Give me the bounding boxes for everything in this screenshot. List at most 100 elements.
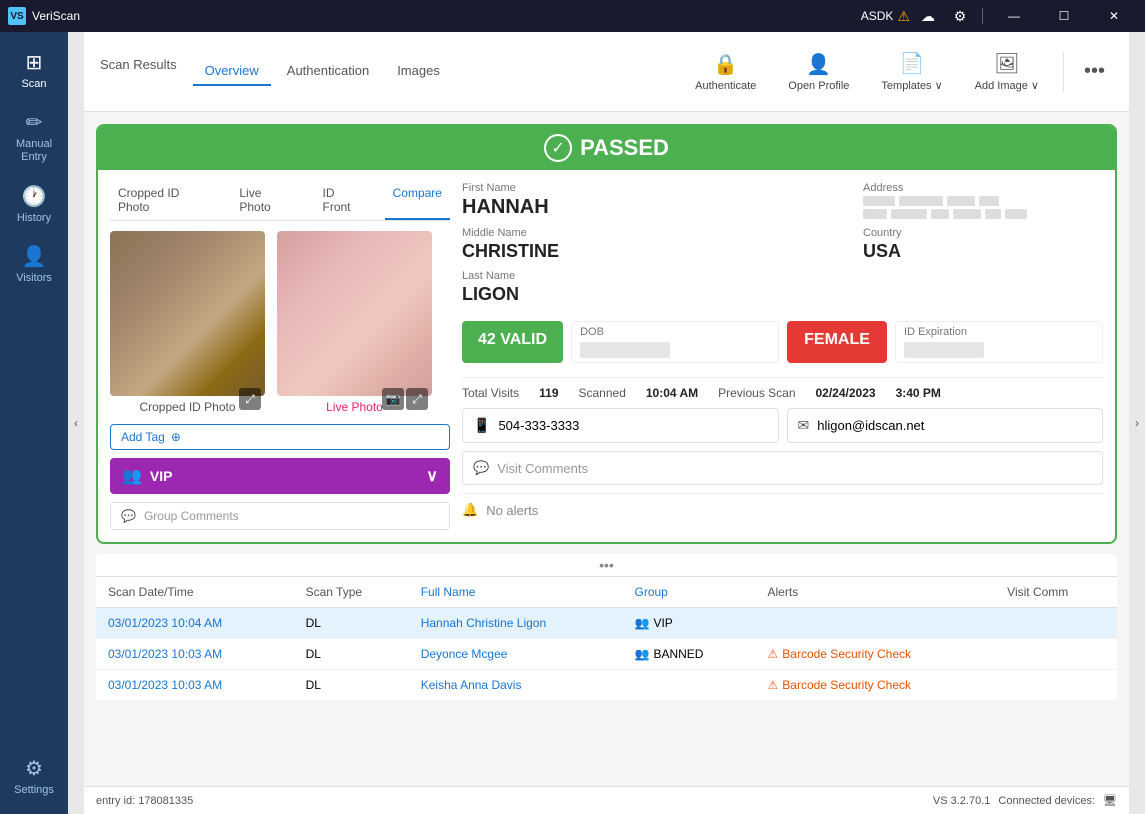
close-button[interactable]: ✕ <box>1091 0 1137 32</box>
cropped-id-photo-container: ⤢ Cropped ID Photo <box>110 231 265 414</box>
sidebar-item-history[interactable]: 🕐 History <box>4 174 64 234</box>
address-line-2 <box>863 209 1103 219</box>
more-button[interactable]: ••• <box>1076 56 1113 87</box>
alert-triangle-icon: ⚠ <box>768 647 779 661</box>
email-box: ✉ hligon@idscan.net <box>787 408 1104 443</box>
photos-row: ⤢ Cropped ID Photo 📷 ⤢ Live Photo <box>110 231 450 414</box>
vip-group-icon: 👥 <box>122 466 142 486</box>
vip-info: 👥 VIP <box>122 466 173 486</box>
address-line-1 <box>863 196 1103 206</box>
app-body: ⊞ Scan ✏ ManualEntry 🕐 History 👤 Visitor… <box>0 32 1145 814</box>
left-collapse-handle[interactable]: ‹ <box>68 32 84 814</box>
templates-button[interactable]: 📄 Templates ∨ <box>869 43 954 100</box>
alert-warn-row2: ⚠ Barcode Security Check <box>768 647 984 661</box>
history-icon: 🕐 <box>22 184 47 209</box>
photo-tabs: Cropped ID Photo Live Photo ID Front Com… <box>110 182 450 221</box>
minimize-button[interactable]: — <box>991 0 1037 32</box>
row2-group: 👥 BANNED <box>623 639 756 670</box>
photo-tab-compare[interactable]: Compare <box>385 182 450 220</box>
status-right: VS 3.2.70.1 Connected devices: 🖥 <box>933 794 1117 807</box>
photo-tab-live[interactable]: Live Photo <box>231 182 302 220</box>
add-tag-button[interactable]: Add Tag ⊕ <box>110 424 450 450</box>
cloud-icon[interactable]: ☁ <box>914 2 942 30</box>
address-block: Address <box>863 182 1103 313</box>
sidebar: ⊞ Scan ✏ ManualEntry 🕐 History 👤 Visitor… <box>0 32 68 814</box>
sidebar-item-visitors[interactable]: 👤 Visitors <box>4 234 64 294</box>
sidebar-item-scan[interactable]: ⊞ Scan <box>4 40 64 100</box>
sidebar-item-settings[interactable]: ⚙ Settings <box>4 746 64 806</box>
address-label: Address <box>863 182 1103 194</box>
row2-type: DL <box>294 639 409 670</box>
id-exp-label: ID Expiration <box>904 326 1094 338</box>
group-comments-row[interactable]: 💬 Group Comments <box>110 502 450 530</box>
settings-nav-icon: ⚙ <box>25 756 43 781</box>
visit-comments-row[interactable]: 💬 Visit Comments <box>462 451 1103 485</box>
cropped-id-photo <box>110 231 265 396</box>
sidebar-label-history: History <box>17 212 51 224</box>
asdk-label: ASDK <box>861 9 894 23</box>
country-block: Country USA <box>863 227 1103 262</box>
vip-chevron-icon: ∨ <box>426 466 438 486</box>
col-header-group: Group <box>623 577 756 608</box>
tab-authentication[interactable]: Authentication <box>275 57 381 86</box>
app-title: VeriScan <box>32 9 80 23</box>
capture-button[interactable]: 📷 <box>382 388 404 410</box>
expand-live-button[interactable]: ⤢ <box>406 388 428 410</box>
col-header-visit-comm: Visit Comm <box>995 577 1117 608</box>
row2-visit-comm <box>995 639 1117 670</box>
row3-name: Keisha Anna Davis <box>409 670 623 701</box>
photo-tab-id-front[interactable]: ID Front <box>315 182 373 220</box>
settings-icon[interactable]: ⚙ <box>946 2 974 30</box>
addr-chunk-4 <box>979 196 999 206</box>
phone-icon: 📱 <box>473 417 490 434</box>
sidebar-label-manual-entry: ManualEntry <box>16 138 52 164</box>
total-visits-label: Total Visits <box>462 386 519 400</box>
maximize-button[interactable]: ☐ <box>1041 0 1087 32</box>
titlebar: VS VeriScan ASDK ⚠ ☁ ⚙ — ☐ ✕ <box>0 0 1145 32</box>
result-status: PASSED <box>580 135 669 161</box>
row1-visit-comm <box>995 608 1117 639</box>
toolbar-actions: 🔒 Authenticate 👤 Open Profile 📄 Template… <box>683 43 1113 100</box>
sidebar-item-manual-entry[interactable]: ✏ ManualEntry <box>4 100 64 174</box>
statusbar: entry id: 178081335 VS 3.2.70.1 Connecte… <box>84 786 1129 814</box>
visits-row: Total Visits 119 Scanned 10:04 AM Previo… <box>462 377 1103 400</box>
templates-icon: 📄 <box>900 51 925 76</box>
alert-warn-row3: ⚠ Barcode Security Check <box>768 678 984 692</box>
dob-label: DOB <box>580 326 770 338</box>
history-expand-dots[interactable]: ••• <box>96 554 1117 577</box>
tab-overview[interactable]: Overview <box>193 57 271 86</box>
table-row[interactable]: 03/01/2023 10:03 AM DL Deyonce Mcgee 👥 B… <box>96 639 1117 670</box>
expand-cropped-button[interactable]: ⤢ <box>239 388 261 410</box>
authenticate-button[interactable]: 🔒 Authenticate <box>683 44 768 100</box>
add-image-button[interactable]: 🖼 Add Image ∨ <box>963 43 1051 100</box>
table-row[interactable]: 03/01/2023 10:03 AM DL Keisha Anna Davis… <box>96 670 1117 701</box>
row2-alerts: ⚠ Barcode Security Check <box>756 639 996 670</box>
manual-entry-icon: ✏ <box>26 110 43 135</box>
row1-alerts <box>756 608 996 639</box>
warning-icon: ⚠ <box>897 8 910 25</box>
no-alerts-label: No alerts <box>486 503 538 518</box>
vip-label: VIP <box>150 468 173 484</box>
sidebar-label-visitors: Visitors <box>16 272 52 284</box>
contact-row: 📱 504-333-3333 ✉ hligon@idscan.net <box>462 408 1103 443</box>
vip-group-row[interactable]: 👥 VIP ∨ <box>110 458 450 494</box>
table-row[interactable]: 03/01/2023 10:04 AM DL Hannah Christine … <box>96 608 1117 639</box>
gender-badge: FEMALE <box>787 321 887 363</box>
sidebar-label-scan: Scan <box>21 78 46 90</box>
toolbar-separator <box>1063 52 1064 92</box>
alert-label-row3: Barcode Security Check <box>782 678 911 692</box>
no-alerts-row: 🔔 No alerts <box>462 493 1103 526</box>
addr-chunk-6 <box>891 209 927 219</box>
group-comments-label: Group Comments <box>144 509 239 523</box>
photo-tab-cropped[interactable]: Cropped ID Photo <box>110 182 219 220</box>
authenticate-icon: 🔒 <box>713 52 738 77</box>
right-collapse-handle[interactable]: › <box>1129 32 1145 814</box>
visitors-icon: 👤 <box>22 244 47 269</box>
tab-images[interactable]: Images <box>385 57 452 86</box>
middle-name-value: CHRISTINE <box>462 241 851 262</box>
last-name-label: Last Name <box>462 270 851 282</box>
no-alerts-icon: 🔔 <box>462 502 478 518</box>
open-profile-button[interactable]: 👤 Open Profile <box>776 44 861 100</box>
alert-label-row2: Barcode Security Check <box>782 647 911 661</box>
col-header-type: Scan Type <box>294 577 409 608</box>
